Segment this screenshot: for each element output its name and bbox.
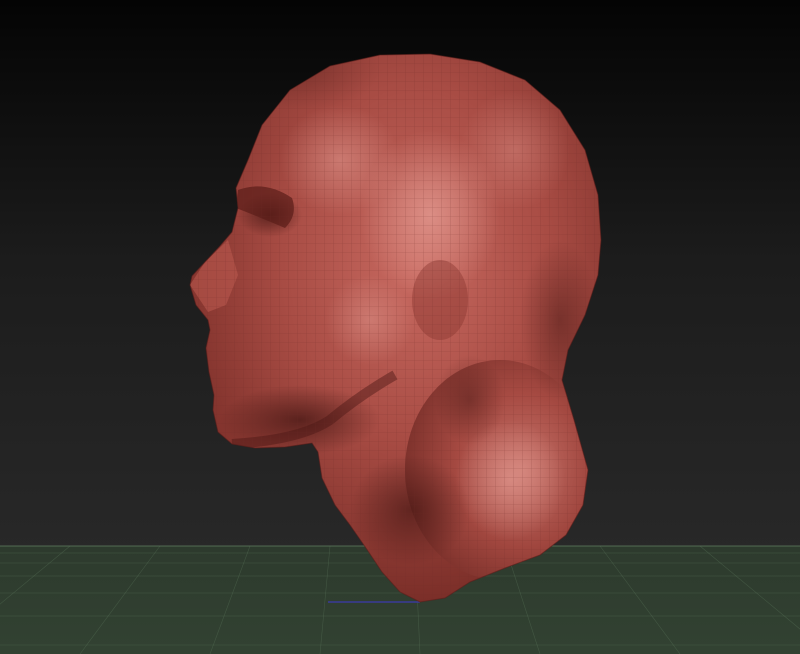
3d-viewport[interactable] [0, 0, 800, 654]
viewport-canvas[interactable] [0, 0, 800, 654]
